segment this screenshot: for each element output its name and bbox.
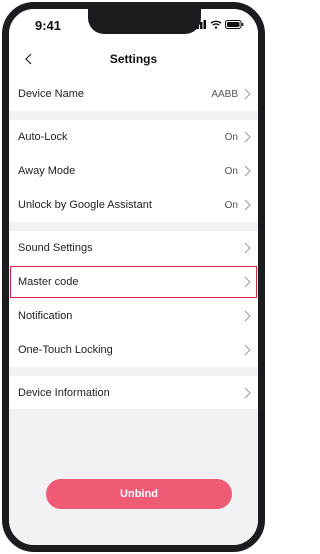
settings-item-device-name[interactable]: Device Name AABB [9, 77, 258, 111]
chevron-right-icon [244, 242, 251, 254]
chevron-right-icon [244, 310, 251, 322]
bottom-area: Unbind [9, 409, 258, 545]
item-label: Device Name [18, 88, 85, 100]
item-value: AABB [211, 88, 238, 100]
wifi-icon [210, 20, 222, 29]
item-label: Notification [18, 310, 73, 322]
item-label: Sound Settings [18, 242, 93, 254]
chevron-right-icon [244, 199, 251, 211]
group-divider [9, 222, 258, 231]
chevron-right-icon [244, 387, 251, 399]
chevron-right-icon [244, 276, 251, 288]
settings-group: Device Information [9, 376, 258, 410]
settings-group: Device Name AABB [9, 77, 258, 111]
settings-item-one-touch-locking[interactable]: One-Touch Locking [9, 333, 258, 367]
item-value: On [224, 131, 238, 143]
item-label: Away Mode [18, 165, 76, 177]
chevron-right-icon [244, 88, 251, 100]
item-label: One-Touch Locking [18, 344, 113, 356]
settings-group: Auto-Lock On Away Mode On Unlock by Goog… [9, 120, 258, 222]
item-label: Master code [18, 276, 79, 288]
status-time: 9:41 [35, 18, 62, 33]
settings-item-auto-lock[interactable]: Auto-Lock On [9, 120, 258, 154]
unbind-button[interactable]: Unbind [46, 479, 232, 509]
chevron-right-icon [244, 165, 251, 177]
page-title: Settings [109, 52, 158, 66]
settings-item-away-mode[interactable]: Away Mode On [9, 154, 258, 188]
group-divider [9, 111, 258, 120]
notch [88, 9, 201, 34]
item-label: Auto-Lock [18, 131, 68, 143]
nav-bar: Settings [9, 41, 258, 77]
settings-item-unlock-by-google-assistant[interactable]: Unlock by Google Assistant On [9, 188, 258, 222]
item-label: Unlock by Google Assistant [18, 199, 152, 211]
phone-frame: 9:41 Settings Device Name AABB Auto-Lock… [2, 2, 265, 552]
settings-item-master-code[interactable]: Master code [9, 265, 258, 299]
chevron-right-icon [244, 344, 251, 356]
battery-icon [225, 20, 244, 29]
item-label: Device Information [18, 387, 110, 399]
settings-group: Sound Settings Master code Notification … [9, 231, 258, 367]
group-divider [9, 367, 258, 376]
settings-list: Device Name AABB Auto-Lock On Away Mode … [9, 77, 258, 410]
chevron-right-icon [244, 131, 251, 143]
settings-item-sound-settings[interactable]: Sound Settings [9, 231, 258, 265]
item-value: On [224, 199, 238, 211]
settings-item-notification[interactable]: Notification [9, 299, 258, 333]
item-value: On [224, 165, 238, 177]
settings-item-device-information[interactable]: Device Information [9, 376, 258, 410]
